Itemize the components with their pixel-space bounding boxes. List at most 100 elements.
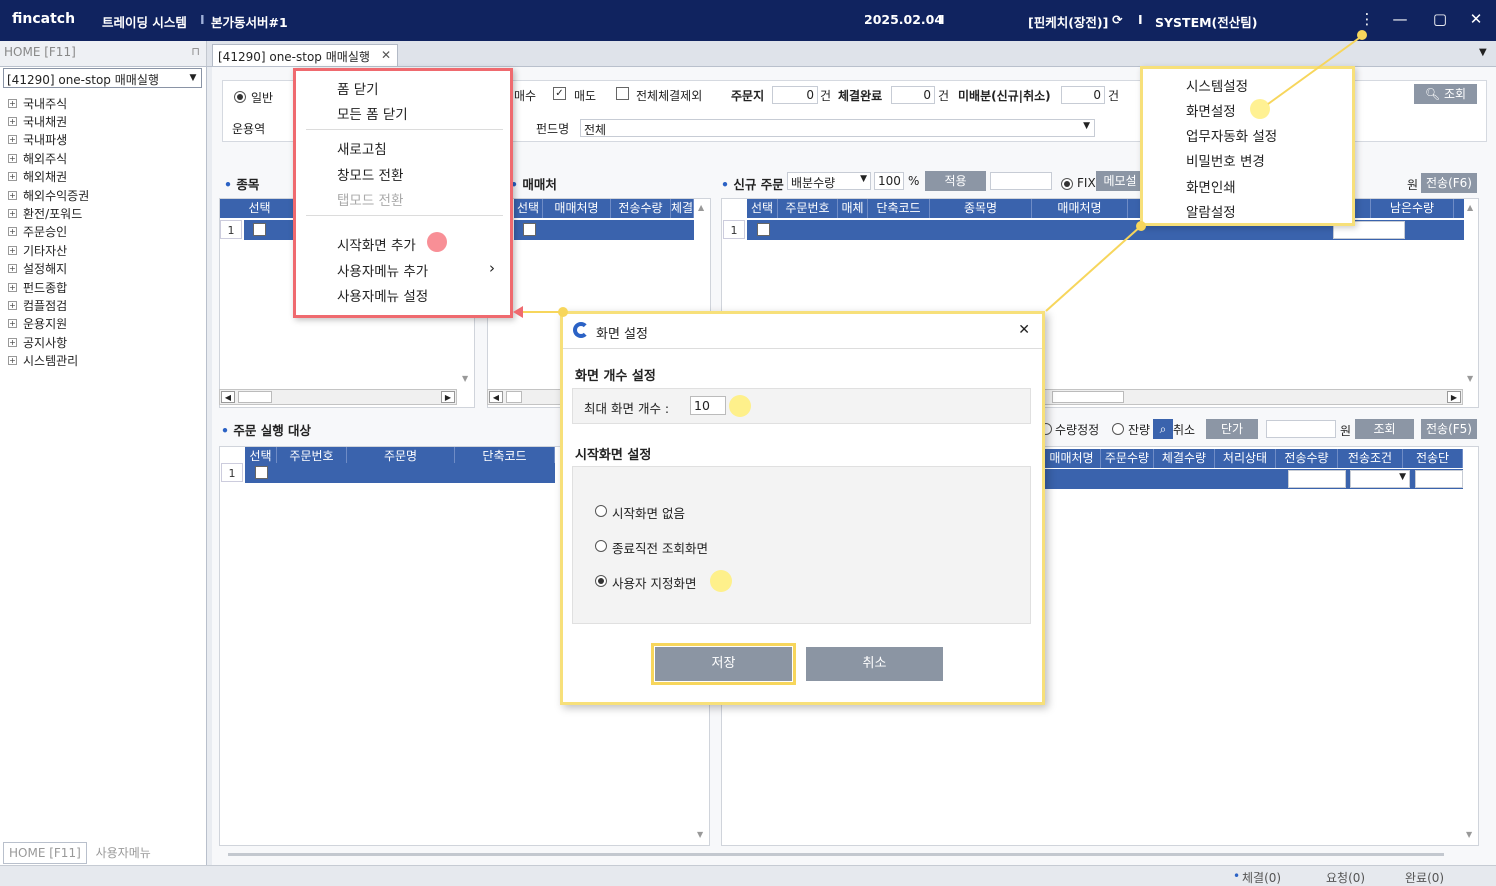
tab-list-dropdown-icon[interactable]: ▼ [1479, 47, 1487, 58]
scroll-thumb[interactable] [238, 391, 272, 403]
scroll-down-icon[interactable]: ▼ [1467, 374, 1473, 383]
chevron-down-icon[interactable]: ▼ [860, 174, 867, 184]
price-input[interactable] [1266, 420, 1336, 438]
menu-item-window-mode[interactable]: 창모드 전환 [337, 164, 403, 184]
pin-icon[interactable]: ⊓ [191, 45, 200, 58]
menu-item-add-user-menu[interactable]: 사용자메뉴 추가 [337, 260, 428, 280]
row-checkbox[interactable] [523, 223, 536, 236]
remain-radio[interactable] [1112, 423, 1124, 435]
expand-icon[interactable]: + [8, 190, 17, 200]
menu-item-close-all[interactable]: 모든 폼 닫기 [337, 103, 408, 123]
tree-node[interactable]: + 환전/포워드 [8, 204, 89, 222]
expand-icon[interactable]: + [8, 264, 17, 274]
minimize-icon[interactable]: — [1389, 10, 1411, 28]
option-last-screen-radio[interactable] [595, 540, 607, 552]
maximize-icon[interactable]: ▢ [1429, 10, 1451, 28]
menu-item-user-menu-settings[interactable]: 사용자메뉴 설정 [337, 285, 428, 305]
tree-node[interactable]: + 국내주식 [8, 94, 89, 112]
save-button[interactable]: 저장 [655, 647, 792, 681]
search-button[interactable]: 🔍︎ 조회 [1414, 84, 1477, 104]
tree-node[interactable]: + 설정해지 [8, 260, 89, 278]
expand-icon[interactable]: + [8, 209, 17, 219]
menu-item-screen-settings[interactable]: 화면설정 [1186, 100, 1236, 120]
scroll-down-icon[interactable]: ▼ [462, 374, 468, 383]
scroll-up-icon[interactable]: ▲ [1467, 203, 1473, 212]
item-hscroll[interactable]: ◀ ▶ [219, 389, 457, 405]
scroll-right-icon[interactable]: ▶ [1447, 391, 1461, 403]
percent-input[interactable]: 100 [874, 172, 904, 190]
expand-icon[interactable]: + [8, 227, 17, 237]
max-count-input[interactable]: 10 [690, 396, 726, 415]
sell-checkbox[interactable]: ✓ [553, 87, 566, 100]
expand-icon[interactable]: + [8, 98, 17, 108]
option-custom-radio[interactable] [595, 575, 607, 587]
refresh-icon[interactable]: ⟳ [1112, 12, 1122, 27]
scroll-left-icon[interactable]: ◀ [221, 391, 235, 403]
menu-item-system-settings[interactable]: 시스템설정 [1186, 75, 1248, 95]
query-button[interactable]: 조회 [1355, 419, 1414, 439]
main-hscroll[interactable] [228, 853, 1444, 856]
tree-node[interactable]: + 해외수익증권 [8, 186, 89, 204]
expand-icon[interactable]: + [8, 282, 17, 292]
tree-node[interactable]: + 공지사항 [8, 333, 89, 351]
memo-button[interactable]: 메모설 [1096, 171, 1144, 191]
tree-node[interactable]: + 해외주식 [8, 149, 89, 167]
radio-general[interactable] [234, 91, 246, 103]
dialog-close-icon[interactable]: ✕ [1018, 322, 1030, 338]
scroll-right-icon[interactable]: ▶ [441, 391, 455, 403]
row-checkbox[interactable] [757, 223, 770, 236]
tree-node[interactable]: + 주문승인 [8, 223, 89, 241]
expand-icon[interactable]: + [8, 300, 17, 310]
tree-node[interactable]: + 해외채권 [8, 168, 89, 186]
expand-icon[interactable]: + [8, 117, 17, 127]
menu-item-close-form[interactable]: 폼 닫기 [337, 78, 379, 98]
tab-41290[interactable]: [41290] one-stop 매매실행 ✕ [212, 44, 398, 66]
tree-node[interactable]: + 기타자산 [8, 241, 89, 259]
scroll-down-icon[interactable]: ▼ [697, 830, 703, 839]
tab-close-icon[interactable]: ✕ [381, 48, 391, 62]
tree-node[interactable]: + 펀드종합 [8, 278, 89, 296]
expand-icon[interactable]: + [8, 319, 17, 329]
menu-item-alarm-settings[interactable]: 알람설정 [1186, 201, 1236, 221]
expand-icon[interactable]: + [8, 135, 17, 145]
table-row[interactable] [245, 463, 555, 483]
fund-select[interactable]: 전체 ▼ [580, 119, 1095, 137]
scroll-thumb[interactable] [506, 391, 522, 403]
scroll-down-icon[interactable]: ▼ [1466, 830, 1472, 839]
menu-item-print-screen[interactable]: 화면인쇄 [1186, 176, 1236, 196]
more-menu-icon[interactable]: ⋮ [1356, 10, 1378, 28]
send-f6-button[interactable]: 전송(F6) [1421, 173, 1477, 193]
send-price-input[interactable] [1415, 470, 1463, 488]
home-tab[interactable]: HOME [F11] ⊓ [0, 41, 207, 66]
row-checkbox[interactable] [253, 223, 266, 236]
chevron-down-icon[interactable]: ▼ [1399, 472, 1406, 482]
expand-icon[interactable]: + [8, 245, 17, 255]
menu-item-change-password[interactable]: 비밀번호 변경 [1186, 150, 1265, 170]
send-cond-select[interactable]: ▼ [1350, 470, 1410, 488]
price-button[interactable]: 단가 [1206, 419, 1258, 439]
menu-item-refresh[interactable]: 새로고침 [337, 138, 387, 158]
fix-radio[interactable] [1061, 178, 1073, 190]
expand-icon[interactable]: + [8, 356, 17, 366]
menu-item-automation-settings[interactable]: 업무자동화 설정 [1186, 125, 1277, 145]
expand-icon[interactable]: + [8, 153, 17, 163]
tree-node[interactable]: + 운용지원 [8, 315, 89, 333]
scroll-thumb[interactable] [1052, 391, 1124, 403]
close-icon[interactable]: ✕ [1465, 10, 1487, 28]
fix-input[interactable] [990, 172, 1052, 190]
chevron-down-icon[interactable]: ▼ [185, 69, 201, 87]
tree-node[interactable]: + 국내채권 [8, 112, 89, 130]
expand-icon[interactable]: + [8, 172, 17, 182]
table-row[interactable] [514, 220, 694, 240]
menu-search-combo[interactable]: [41290] one-stop 매매실행 ▼ [3, 68, 202, 88]
send-f5-button[interactable]: 전송(F5) [1421, 419, 1477, 439]
sidebar-tab-user-menu[interactable]: 사용자메뉴 [91, 841, 156, 864]
search-icon[interactable]: ⌕ [1153, 419, 1173, 439]
chevron-down-icon[interactable]: ▼ [1083, 121, 1090, 131]
expand-icon[interactable]: + [8, 337, 17, 347]
scroll-left-icon[interactable]: ◀ [489, 391, 503, 403]
scroll-up-icon[interactable]: ▲ [698, 203, 704, 212]
send-qty-input[interactable] [1288, 470, 1346, 488]
apply-button[interactable]: 적용 [925, 171, 986, 191]
menu-item-add-start-screen[interactable]: 시작화면 추가 [337, 234, 416, 254]
